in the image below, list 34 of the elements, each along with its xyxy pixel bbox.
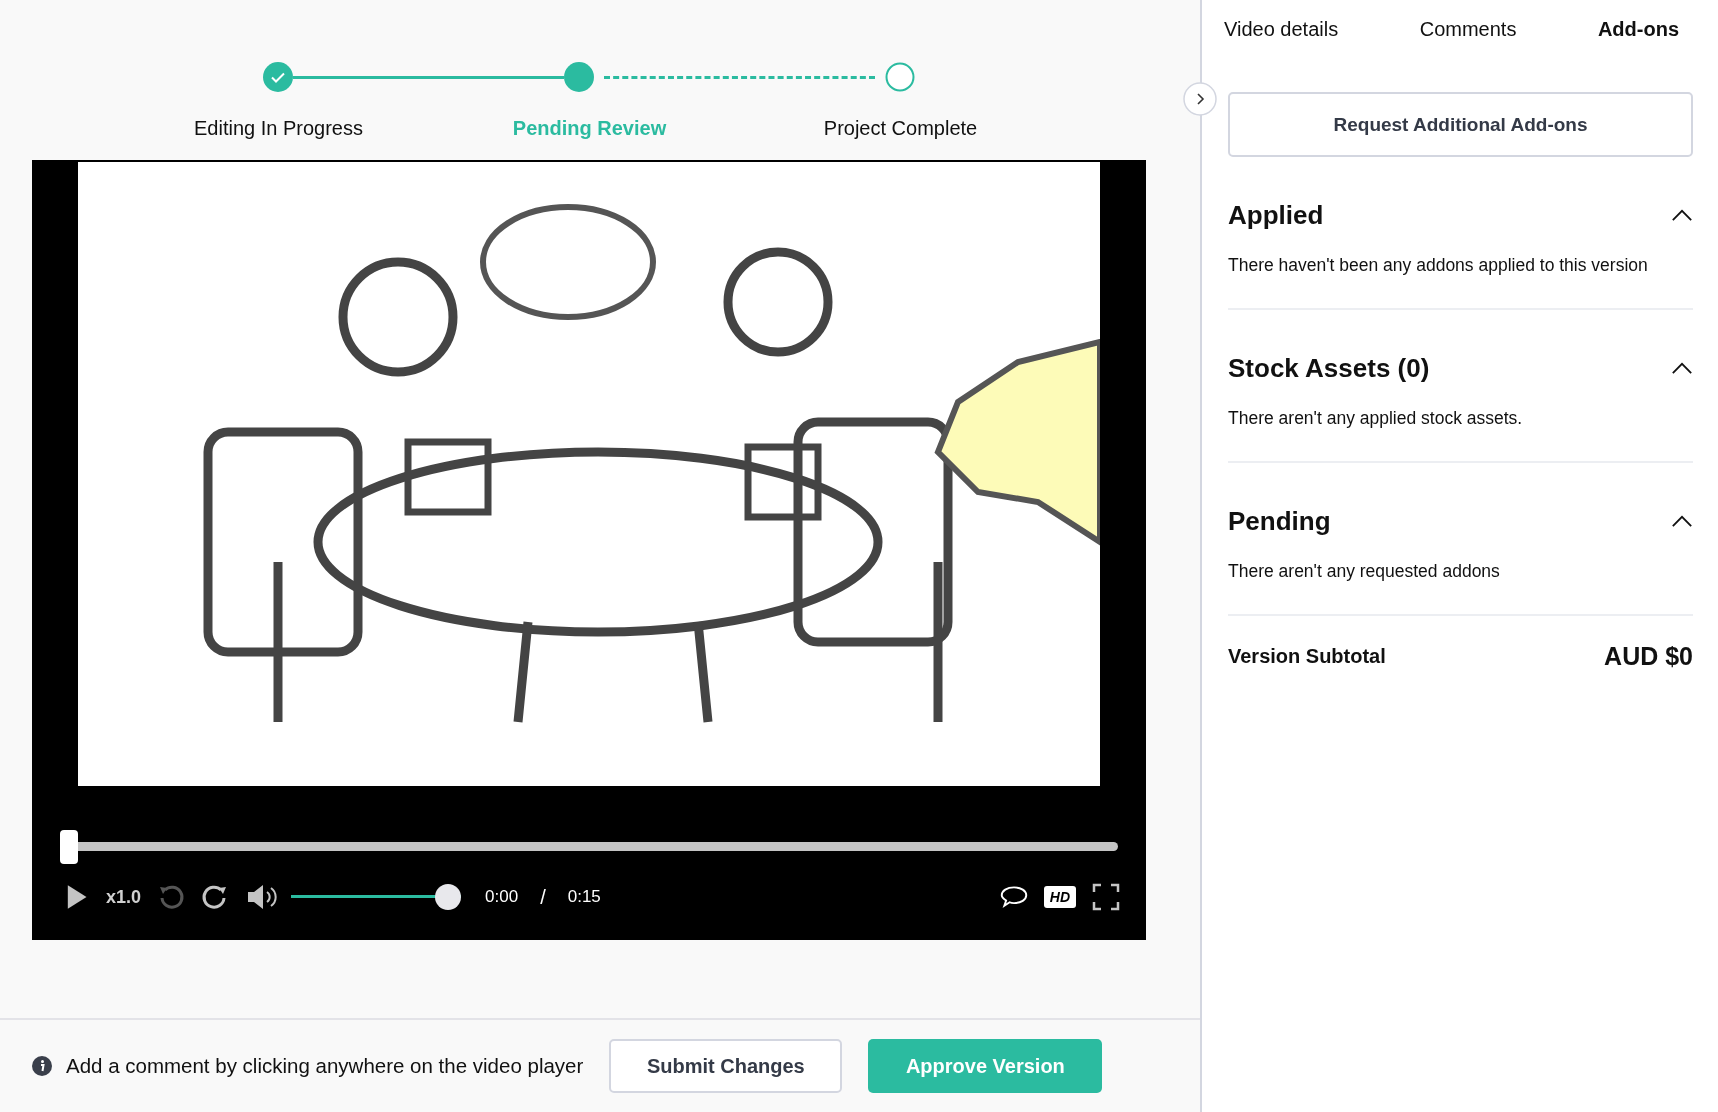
total-time: 0:15 bbox=[567, 887, 601, 907]
subtotal-value: AUD $0 bbox=[1604, 642, 1693, 671]
tab[interactable]: Add-ons bbox=[1597, 18, 1679, 41]
step-label: Pending Review bbox=[512, 117, 667, 140]
section-title: Pending bbox=[1228, 506, 1331, 537]
playback-speed[interactable]: x1.0 bbox=[106, 886, 142, 908]
chevron-up-icon[interactable] bbox=[1671, 515, 1693, 528]
info-icon bbox=[32, 1056, 52, 1076]
fullscreen-icon[interactable] bbox=[1092, 883, 1120, 911]
request-addons-button[interactable]: Request Additional Add-ons bbox=[1228, 92, 1693, 157]
video-player[interactable]: x1.0 0:00 / 0:15 HD bbox=[32, 160, 1146, 940]
section-message: There aren't any requested addons bbox=[1228, 561, 1501, 582]
submit-button[interactable]: Submit Changes bbox=[609, 1039, 843, 1093]
section-message: There aren't any applied stock assets. bbox=[1228, 408, 1524, 429]
section-title: Applied bbox=[1228, 200, 1324, 231]
collapse-icon[interactable] bbox=[1183, 82, 1217, 116]
section-message: There haven't been any addons applied to this version bbox=[1228, 255, 1649, 276]
step-label: Project Complete bbox=[823, 117, 978, 140]
hd-toggle[interactable]: HD bbox=[1043, 886, 1076, 908]
chevron-up-icon[interactable] bbox=[1671, 362, 1693, 375]
volume-slider[interactable] bbox=[291, 884, 462, 910]
progress-slider[interactable] bbox=[60, 830, 1118, 864]
section-title: Stock Assets (0) bbox=[1228, 353, 1430, 384]
comment-hint: Add a comment by clicking anywhere on the video player bbox=[66, 1054, 584, 1078]
rewind-icon[interactable] bbox=[157, 883, 186, 911]
tab[interactable]: Comments bbox=[1419, 18, 1517, 41]
step-label: Editing In Progress bbox=[194, 117, 363, 140]
time-separator: / bbox=[540, 885, 546, 909]
tab[interactable]: Video details bbox=[1224, 18, 1339, 41]
progress-thumb[interactable] bbox=[60, 830, 78, 864]
current-time: 0:00 bbox=[485, 887, 519, 907]
chevron-up-icon[interactable] bbox=[1671, 209, 1693, 222]
volume-thumb[interactable] bbox=[435, 884, 462, 910]
subtotal-label: Version Subtotal bbox=[1228, 645, 1386, 668]
